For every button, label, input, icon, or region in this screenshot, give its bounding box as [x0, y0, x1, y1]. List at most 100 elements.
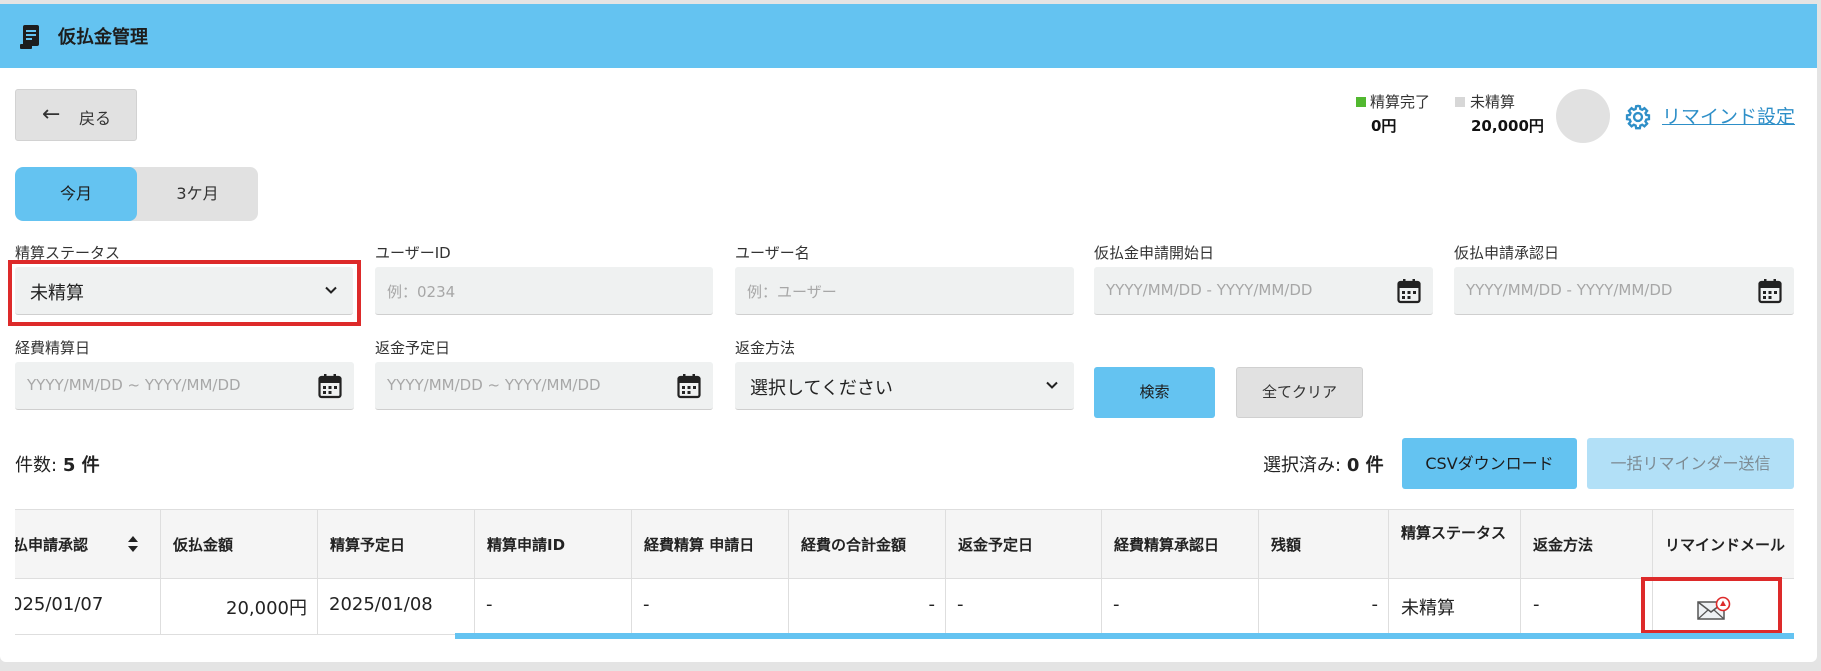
col-balance: 残額	[1259, 510, 1389, 580]
refund-due-date-label: 返金予定日	[375, 339, 451, 357]
search-button[interactable]: 検索	[1094, 367, 1215, 418]
col-settle-id: 精算申請ID	[475, 510, 632, 580]
back-button[interactable]: ← 戻る	[15, 89, 137, 141]
advance-start-date-label: 仮払金申請開始日	[1094, 244, 1215, 262]
expense-settle-date-placeholder: YYYY/MM/DD ~ YYYY/MM/DD	[27, 376, 241, 394]
cell-expense-approve-date: -	[1102, 579, 1259, 635]
cell-text: -	[1371, 594, 1379, 615]
cell-status: 未精算	[1389, 579, 1521, 635]
unsettled-legend-swatch	[1455, 97, 1465, 107]
cell-text: -	[1533, 594, 1540, 615]
cell-text: 2025/01/08	[329, 594, 433, 615]
selected-count-value: 0 件	[1346, 455, 1384, 476]
expense-settle-date-label: 経費精算日	[15, 339, 91, 357]
settled-label: 精算完了	[1370, 93, 1431, 111]
result-count-value: 5 件	[62, 455, 100, 476]
user-id-input[interactable]: 例：0234	[375, 267, 713, 315]
col-header-label: リマインドメール	[1665, 536, 1786, 554]
tab-three-months[interactable]: 3ケ月	[137, 167, 258, 221]
cell-text: 025/01/07	[15, 594, 104, 615]
cell-approve-date: 025/01/07	[15, 579, 161, 635]
selected-count: 選択済み: 0 件	[1263, 451, 1384, 477]
selected-count-label: 選択済み:	[1263, 455, 1342, 476]
back-button-label: 戻る	[79, 109, 112, 128]
cell-text: -	[486, 594, 493, 615]
cell-expense-apply-date: -	[632, 579, 789, 635]
avatar[interactable]	[1556, 89, 1610, 143]
calendar-icon[interactable]	[1397, 278, 1421, 304]
chevron-down-icon	[1046, 381, 1058, 389]
col-header-label: 残額	[1271, 536, 1302, 554]
cell-text: -	[928, 594, 936, 615]
col-settle-due: 精算予定日	[318, 510, 475, 580]
advance-start-date-input[interactable]: YYYY/MM/DD - YYYY/MM/DD	[1094, 267, 1433, 315]
user-id-label: ユーザーID	[375, 244, 451, 262]
remind-settings-link[interactable]: リマインド設定	[1662, 102, 1795, 129]
col-status: 精算ステータス	[1389, 510, 1521, 580]
col-expense-total: 経費の合計金額	[789, 510, 946, 580]
col-header-label: 経費精算 申請日	[644, 536, 755, 554]
highlight-status-select	[8, 260, 361, 326]
gear-icon[interactable]	[1624, 103, 1652, 131]
refund-method-value: 選択してください	[750, 378, 893, 399]
page-title: 仮払金管理	[58, 27, 148, 48]
page-header: 仮払金管理	[0, 4, 1817, 68]
refund-due-date-placeholder: YYYY/MM/DD ~ YYYY/MM/DD	[387, 376, 601, 394]
cell-text: 20,000円	[226, 598, 307, 619]
bulk-remind-button[interactable]: 一括リマインダー送信	[1587, 438, 1794, 489]
refund-method-select[interactable]: 選択してください	[735, 362, 1074, 410]
cell-text: -	[643, 594, 650, 615]
expense-settle-date-input[interactable]: YYYY/MM/DD ~ YYYY/MM/DD	[15, 362, 354, 410]
col-refund-method: 返金方法	[1521, 510, 1653, 580]
sort-icon[interactable]	[127, 534, 139, 554]
col-header-label: 返金方法	[1533, 536, 1594, 554]
horizontal-scrollbar[interactable]	[455, 633, 1794, 639]
advance-approve-date-placeholder: YYYY/MM/DD - YYYY/MM/DD	[1466, 281, 1673, 299]
cell-balance: -	[1259, 579, 1389, 635]
tab-this-month[interactable]: 今月	[15, 167, 137, 221]
csv-download-button[interactable]: CSVダウンロード	[1402, 438, 1577, 489]
user-name-input[interactable]: 例：ユーザー	[735, 267, 1074, 315]
clear-all-button[interactable]: 全てクリア	[1236, 367, 1363, 418]
period-toggle: 今月 3ケ月	[15, 167, 258, 221]
cell-text: -	[1113, 594, 1120, 615]
user-name-placeholder: 例：ユーザー	[747, 283, 837, 301]
settled-legend-swatch	[1356, 97, 1366, 107]
cell-expense-total: -	[789, 579, 946, 635]
cell-refund-method: -	[1521, 579, 1653, 635]
advance-start-date-placeholder: YYYY/MM/DD - YYYY/MM/DD	[1106, 281, 1313, 299]
col-header-label: 経費の合計金額	[801, 536, 907, 554]
user-name-label: ユーザー名	[735, 244, 810, 262]
calendar-icon[interactable]	[677, 373, 701, 399]
cell-text: 未精算	[1401, 598, 1455, 619]
col-header-label: 仮払金額	[173, 536, 234, 554]
cell-refund-due: -	[946, 579, 1102, 635]
user-id-placeholder: 例：0234	[387, 283, 456, 301]
table-header: 払申請承認 仮払金額 精算予定日 精算申請ID 経費精算 申請日 経費の合計金額…	[15, 509, 1794, 580]
refund-due-date-input[interactable]: YYYY/MM/DD ~ YYYY/MM/DD	[375, 362, 713, 410]
table-row[interactable]: 025/01/07 20,000円 2025/01/08 - - - - - -…	[15, 579, 1794, 635]
col-approve-date[interactable]: 払申請承認	[15, 510, 161, 580]
app-window: 仮払金管理 ← 戻る 精算完了 0円 未精算 20,000円 リマインド設定 今…	[0, 4, 1817, 662]
cell-text: -	[957, 594, 964, 615]
cell-settle-id: -	[475, 579, 632, 635]
col-remind-mail: リマインドメール	[1653, 510, 1794, 580]
advance-approve-date-label: 仮払申請承認日	[1454, 244, 1560, 262]
unsettled-label: 未精算	[1470, 93, 1516, 111]
highlight-remind-mail	[1641, 577, 1782, 634]
col-header-label: 払申請承認	[15, 536, 89, 554]
cell-settle-due: 2025/01/08	[318, 579, 475, 635]
advance-approve-date-input[interactable]: YYYY/MM/DD - YYYY/MM/DD	[1454, 267, 1794, 315]
result-count-label: 件数:	[15, 455, 58, 476]
col-header-label: 精算申請ID	[487, 536, 566, 554]
col-header-label: 精算ステータス	[1401, 524, 1507, 542]
col-expense-apply-date: 経費精算 申請日	[632, 510, 789, 580]
calendar-icon[interactable]	[318, 373, 342, 399]
col-refund-due: 返金予定日	[946, 510, 1102, 580]
col-header-label: 経費精算承認日	[1114, 536, 1220, 554]
calendar-icon[interactable]	[1758, 278, 1782, 304]
results-table: 払申請承認 仮払金額 精算予定日 精算申請ID 経費精算 申請日 経費の合計金額…	[15, 509, 1794, 635]
col-header-label: 精算予定日	[330, 536, 406, 554]
refund-method-label: 返金方法	[735, 339, 796, 357]
unsettled-value: 20,000円	[1471, 117, 1544, 135]
